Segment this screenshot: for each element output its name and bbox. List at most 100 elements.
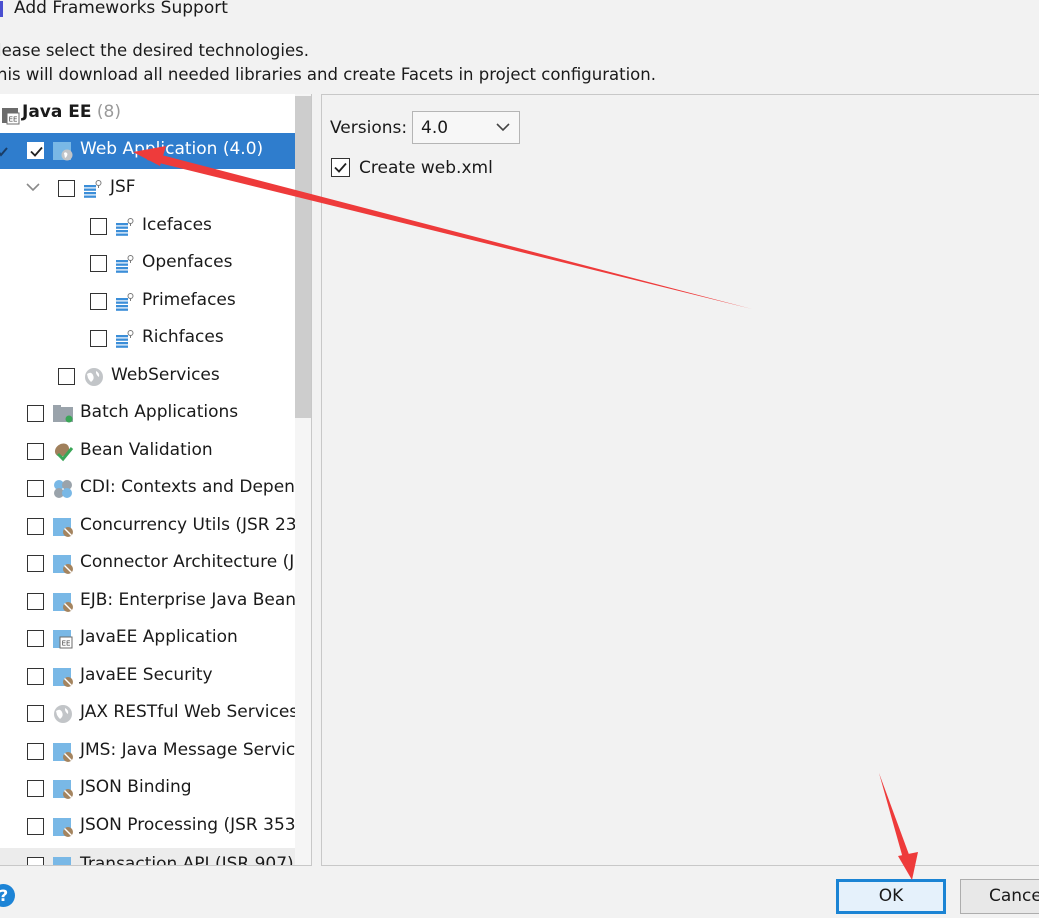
icefaces-label: Icefaces	[142, 215, 212, 235]
primefaces-label: Primefaces	[142, 290, 236, 310]
richfaces-label: Richfaces	[142, 327, 224, 347]
dialog-title: Add Frameworks Support	[14, 0, 228, 18]
webservices-label: WebServices	[111, 365, 220, 385]
web-application-icon	[52, 141, 74, 161]
checkbox[interactable]	[27, 630, 44, 647]
tree-item-primefaces[interactable]: Primefaces	[0, 284, 311, 320]
create-webxml-checkbox[interactable]	[331, 158, 350, 177]
tree-group-javaee[interactable]: EE Java EE (8)	[0, 96, 311, 132]
tree-item-javaee-application[interactable]: JavaEE Application	[0, 621, 311, 657]
tree-item-connector-architecture[interactable]: Connector Architecture (JSR	[0, 546, 311, 582]
javaee-module-icon	[52, 592, 74, 612]
tree-item-web-application[interactable]: Web Application (4.0)	[0, 133, 311, 169]
globe-icon	[52, 704, 74, 724]
checkbox[interactable]	[27, 555, 44, 572]
item-label: JAX RESTful Web Services	[80, 702, 299, 722]
checkbox[interactable]	[27, 443, 44, 460]
web-application-label: Web Application (4.0)	[80, 139, 264, 159]
primefaces-checkbox[interactable]	[90, 293, 107, 310]
jsf-icon	[114, 254, 136, 274]
svg-text:EE: EE	[9, 116, 18, 124]
javaee-module-icon	[52, 856, 74, 866]
tree-item-bean-validation[interactable]: Bean Validation	[0, 434, 311, 470]
frameworks-tree[interactable]: EE Java EE (8) Web Application (4.0) JSF…	[0, 94, 312, 866]
tree-item-jax-rs[interactable]: JAX RESTful Web Services	[0, 696, 311, 732]
richfaces-checkbox[interactable]	[90, 330, 107, 347]
openfaces-checkbox[interactable]	[90, 255, 107, 272]
tree-item-transaction-api[interactable]: Transaction API (JSR 907)	[0, 848, 311, 866]
tree-item-ejb[interactable]: EJB: Enterprise Java Beans	[0, 584, 311, 620]
tree-item-openfaces[interactable]: Openfaces	[0, 246, 311, 282]
help-button[interactable]: ?	[0, 884, 15, 907]
item-label: JSON Binding	[80, 777, 192, 797]
icefaces-checkbox[interactable]	[90, 218, 107, 235]
version-select[interactable]: 4.0	[412, 111, 520, 144]
tree-item-jms[interactable]: JMS: Java Message Service	[0, 734, 311, 770]
group-label: Java EE	[22, 102, 92, 122]
checkbox[interactable]	[27, 593, 44, 610]
javaee-module-icon	[52, 667, 74, 687]
javaee-app-icon	[52, 629, 74, 649]
cancel-button[interactable]: Cance	[960, 879, 1039, 914]
jsf-label: JSF	[110, 177, 136, 197]
item-label: CDI: Contexts and Depender	[80, 477, 312, 497]
tree-item-jsf[interactable]: JSF	[0, 171, 311, 207]
checkbox[interactable]	[27, 518, 44, 535]
checkbox[interactable]	[27, 480, 44, 497]
javaee-module-icon	[52, 742, 74, 762]
web-application-checkbox[interactable]	[27, 142, 44, 159]
item-label: JavaEE Security	[80, 665, 213, 685]
version-value: 4.0	[421, 118, 449, 138]
checkbox[interactable]	[27, 818, 44, 835]
jsf-icon	[82, 179, 104, 199]
selected-check-icon	[0, 147, 8, 157]
item-label: JavaEE Application	[80, 627, 238, 647]
jsf-icon	[114, 292, 136, 312]
javaee-module-icon	[52, 779, 74, 799]
tree-item-icefaces[interactable]: Icefaces	[0, 209, 311, 245]
javaee-module-icon	[52, 517, 74, 537]
javaee-group-icon: EE	[2, 108, 20, 125]
checkbox[interactable]	[27, 405, 44, 422]
tree-scrollbar-thumb[interactable]	[295, 96, 311, 418]
item-label: JMS: Java Message Service	[80, 740, 306, 760]
jsf-icon	[114, 329, 136, 349]
tree-item-json-processing[interactable]: JSON Processing (JSR 353)	[0, 809, 311, 845]
checkbox[interactable]	[27, 743, 44, 760]
tree-item-richfaces[interactable]: Richfaces	[0, 321, 311, 357]
checkbox[interactable]	[27, 668, 44, 685]
bean-validation-icon	[52, 442, 74, 462]
item-label: Bean Validation	[80, 440, 213, 460]
tree-item-webservices[interactable]: WebServices	[0, 359, 311, 395]
javaee-module-icon	[52, 817, 74, 837]
tree-item-concurrency-utils[interactable]: Concurrency Utils (JSR 236)	[0, 509, 311, 545]
item-label: JSON Processing (JSR 353)	[80, 815, 303, 835]
ok-button[interactable]: OK	[836, 879, 946, 914]
description-line-2: his will download all needed libraries a…	[0, 65, 656, 84]
chevron-down-icon	[496, 123, 510, 132]
check-icon	[332, 159, 349, 176]
group-count: (8)	[96, 102, 121, 122]
cdi-icon	[52, 479, 74, 499]
item-label: Connector Architecture (JSR	[80, 552, 312, 572]
checkbox[interactable]	[27, 780, 44, 797]
checkbox[interactable]	[27, 857, 44, 865]
detail-panel	[321, 94, 1039, 866]
item-label: EJB: Enterprise Java Beans	[80, 590, 305, 610]
webservices-checkbox[interactable]	[58, 368, 75, 385]
tree-item-javaee-security[interactable]: JavaEE Security	[0, 659, 311, 695]
title-bar: Add Frameworks Support	[0, 0, 1039, 24]
tree-item-cdi[interactable]: CDI: Contexts and Depender	[0, 471, 311, 507]
create-webxml-label: Create web.xml	[359, 158, 493, 178]
checkbox[interactable]	[27, 705, 44, 722]
tree-item-batch-applications[interactable]: Batch Applications	[0, 396, 311, 432]
chevron-down-icon[interactable]	[26, 183, 40, 193]
item-label: Transaction API (JSR 907)	[80, 854, 294, 866]
javaee-module-icon	[52, 554, 74, 574]
tree-item-json-binding[interactable]: JSON Binding	[0, 771, 311, 807]
jsf-icon	[114, 217, 136, 237]
jsf-checkbox[interactable]	[58, 180, 75, 197]
versions-label: Versions:	[330, 118, 408, 138]
app-icon	[0, 1, 3, 17]
batch-icon	[52, 404, 74, 424]
